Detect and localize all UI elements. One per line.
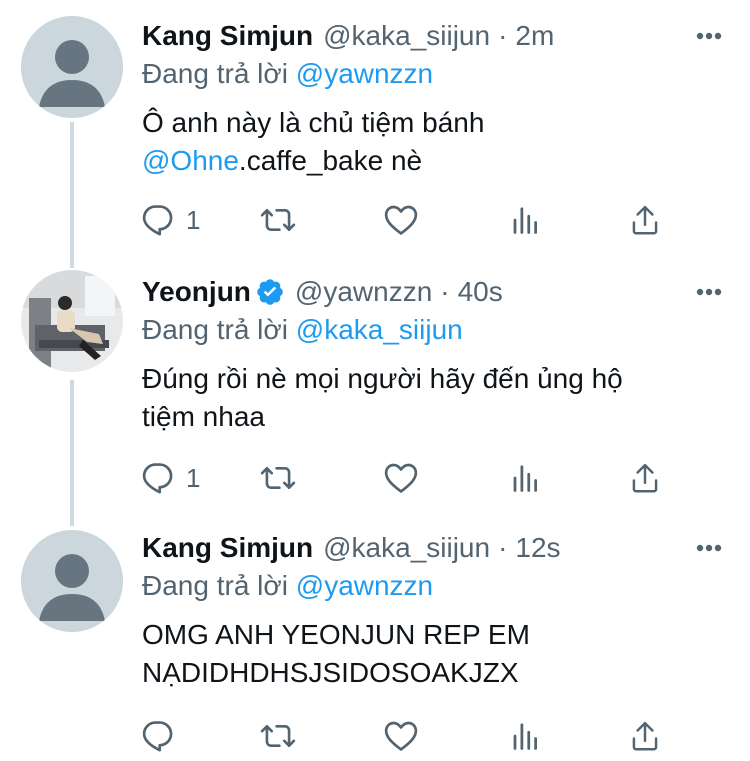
like-icon (384, 721, 418, 751)
share-button[interactable] (630, 716, 660, 756)
more-button[interactable] (696, 530, 722, 566)
tweet-text-line: Ô anh này là chủ tiệm bánh (142, 107, 485, 138)
share-button[interactable] (630, 458, 660, 498)
analytics-button[interactable] (510, 458, 540, 498)
share-icon (632, 205, 658, 235)
more-button[interactable] (696, 274, 722, 310)
avatar[interactable] (21, 270, 123, 372)
retweet-button[interactable] (260, 458, 296, 498)
display-name[interactable]: Kang Simjun (142, 530, 313, 566)
thread-line (70, 122, 74, 268)
tweet-text: Ô anh này là chủ tiệm bánh @Ohne.caffe_b… (142, 104, 732, 180)
replying-to-mention[interactable]: @kaka_siijun (296, 314, 463, 345)
mention-link[interactable]: @Ohne (142, 145, 239, 176)
analytics-icon (513, 723, 537, 750)
timestamp[interactable]: 12s (515, 530, 560, 566)
tweet-actions: 1 (142, 458, 682, 498)
separator-dot: · (498, 532, 508, 563)
reply-button[interactable] (142, 716, 186, 756)
verified-badge-icon (257, 279, 283, 305)
tweet-header: Kang Simjun @kaka_siijun · 12s (142, 530, 732, 566)
reply-icon (142, 463, 173, 494)
default-avatar-icon (21, 16, 123, 118)
timestamp[interactable]: 40s (458, 274, 503, 310)
tweet-text-line: @Ohne.caffe_bake nè (142, 142, 732, 180)
like-icon (384, 463, 418, 493)
avatar[interactable] (21, 530, 123, 632)
avatar[interactable] (21, 16, 123, 118)
thread-line (70, 380, 74, 526)
reply-icon (142, 205, 173, 236)
user-handle[interactable]: @yawnzzn (295, 274, 432, 310)
analytics-icon (513, 207, 537, 234)
timestamp[interactable]: 2m (515, 18, 554, 54)
tweet-actions (142, 716, 682, 756)
like-button[interactable] (384, 458, 418, 498)
tweet-header: Kang Simjun @kaka_siijun · 2m (142, 18, 732, 54)
reply-button[interactable]: 1 (142, 458, 200, 498)
user-handle[interactable]: @kaka_siijun (323, 530, 490, 566)
analytics-icon (513, 465, 537, 492)
share-icon (632, 721, 658, 751)
replying-to-mention[interactable]: @yawnzzn (296, 570, 433, 601)
reply-icon (142, 721, 173, 752)
display-name[interactable]: Yeonjun (142, 274, 251, 310)
analytics-button[interactable] (510, 716, 540, 756)
retweet-icon (260, 208, 296, 232)
reply-count: 1 (186, 204, 201, 235)
separator-dot: · (498, 20, 508, 51)
replying-to: Đang trả lời @yawnzzn (142, 56, 732, 92)
retweet-icon (260, 466, 296, 490)
tweet-text-segment: .caffe_bake nè (238, 145, 423, 176)
more-button[interactable] (696, 18, 722, 54)
retweet-icon (260, 724, 296, 748)
retweet-button[interactable] (260, 716, 296, 756)
share-icon (632, 463, 658, 493)
more-icon (696, 288, 722, 296)
user-handle[interactable]: @kaka_siijun (323, 18, 490, 54)
replying-to-label: Đang trả lời (142, 314, 288, 345)
replying-to: Đang trả lời @kaka_siijun (142, 312, 732, 348)
share-button[interactable] (630, 200, 660, 240)
tweet-header: Yeonjun @yawnzzn · 40s (142, 274, 732, 310)
like-button[interactable] (384, 200, 418, 240)
tweet-text-line: Đúng rồi nè mọi người hãy đến ủng hộ (142, 363, 623, 394)
replying-to-label: Đang trả lời (142, 570, 288, 601)
display-name[interactable]: Kang Simjun (142, 18, 313, 54)
tweet-text-line: tiệm nhaa (142, 401, 265, 432)
tweet-text: OMG ANH YEONJUN REP EM NẠDIDHDHSJSIDOSOA… (142, 616, 732, 692)
more-icon (696, 544, 722, 552)
like-icon (384, 205, 418, 235)
retweet-button[interactable] (260, 200, 296, 240)
default-avatar-icon (21, 530, 123, 632)
like-button[interactable] (384, 716, 418, 756)
separator-dot: · (440, 276, 450, 307)
profile-photo-image (21, 270, 123, 372)
tweet-text: Đúng rồi nè mọi người hãy đến ủng hộ tiệ… (142, 360, 732, 436)
replying-to: Đang trả lời @yawnzzn (142, 568, 732, 604)
tweet-actions: 1 (142, 200, 682, 240)
more-icon (696, 32, 722, 40)
reply-count: 1 (186, 462, 201, 493)
analytics-button[interactable] (510, 200, 540, 240)
reply-button[interactable]: 1 (142, 200, 200, 240)
replying-to-mention[interactable]: @yawnzzn (296, 58, 433, 89)
replying-to-label: Đang trả lời (142, 58, 288, 89)
tweet-text-line: NẠDIDHDHSJSIDOSOAKJZX (142, 657, 519, 688)
tweet-text-line: OMG ANH YEONJUN REP EM (142, 619, 530, 650)
